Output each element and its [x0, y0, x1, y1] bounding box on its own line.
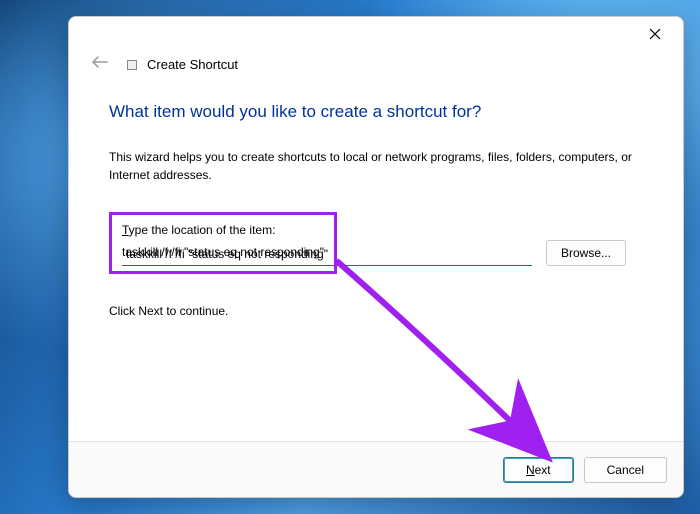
wizard-description: This wizard helps you to create shortcut… [109, 148, 643, 184]
browse-button[interactable]: Browse... [546, 240, 626, 266]
main-heading: What item would you like to create a sho… [109, 102, 643, 122]
next-button-accel: N [526, 463, 535, 477]
dialog-content: What item would you like to create a sho… [69, 86, 683, 441]
close-button[interactable] [639, 20, 671, 48]
next-button-rest: ext [535, 463, 551, 477]
dialog-titlebar [69, 17, 683, 51]
back-arrow-icon [91, 55, 109, 69]
location-field-label-rest: ype the location of the item: [129, 223, 276, 237]
dialog-footer: Next Cancel [69, 441, 683, 497]
location-display-value: taskkill /f /fi "status eq not respondin… [122, 243, 324, 261]
back-button[interactable] [87, 53, 113, 76]
wizard-title: Create Shortcut [147, 57, 238, 72]
annotation-highlight-box: Type the location of the item: taskkill … [109, 212, 337, 274]
create-shortcut-dialog: Create Shortcut What item would you like… [68, 16, 684, 498]
location-field-label: Type the location of the item: [122, 223, 324, 237]
shortcut-wizard-icon [127, 60, 137, 70]
location-field-label-accel: T [122, 223, 129, 237]
dialog-header: Create Shortcut [69, 51, 683, 86]
close-icon [649, 28, 661, 40]
cancel-button[interactable]: Cancel [584, 457, 667, 483]
location-value-text: taskkill /f /fi "status eq not respondin… [122, 245, 324, 259]
continue-instruction: Click Next to continue. [109, 304, 643, 318]
next-button[interactable]: Next [503, 457, 574, 483]
